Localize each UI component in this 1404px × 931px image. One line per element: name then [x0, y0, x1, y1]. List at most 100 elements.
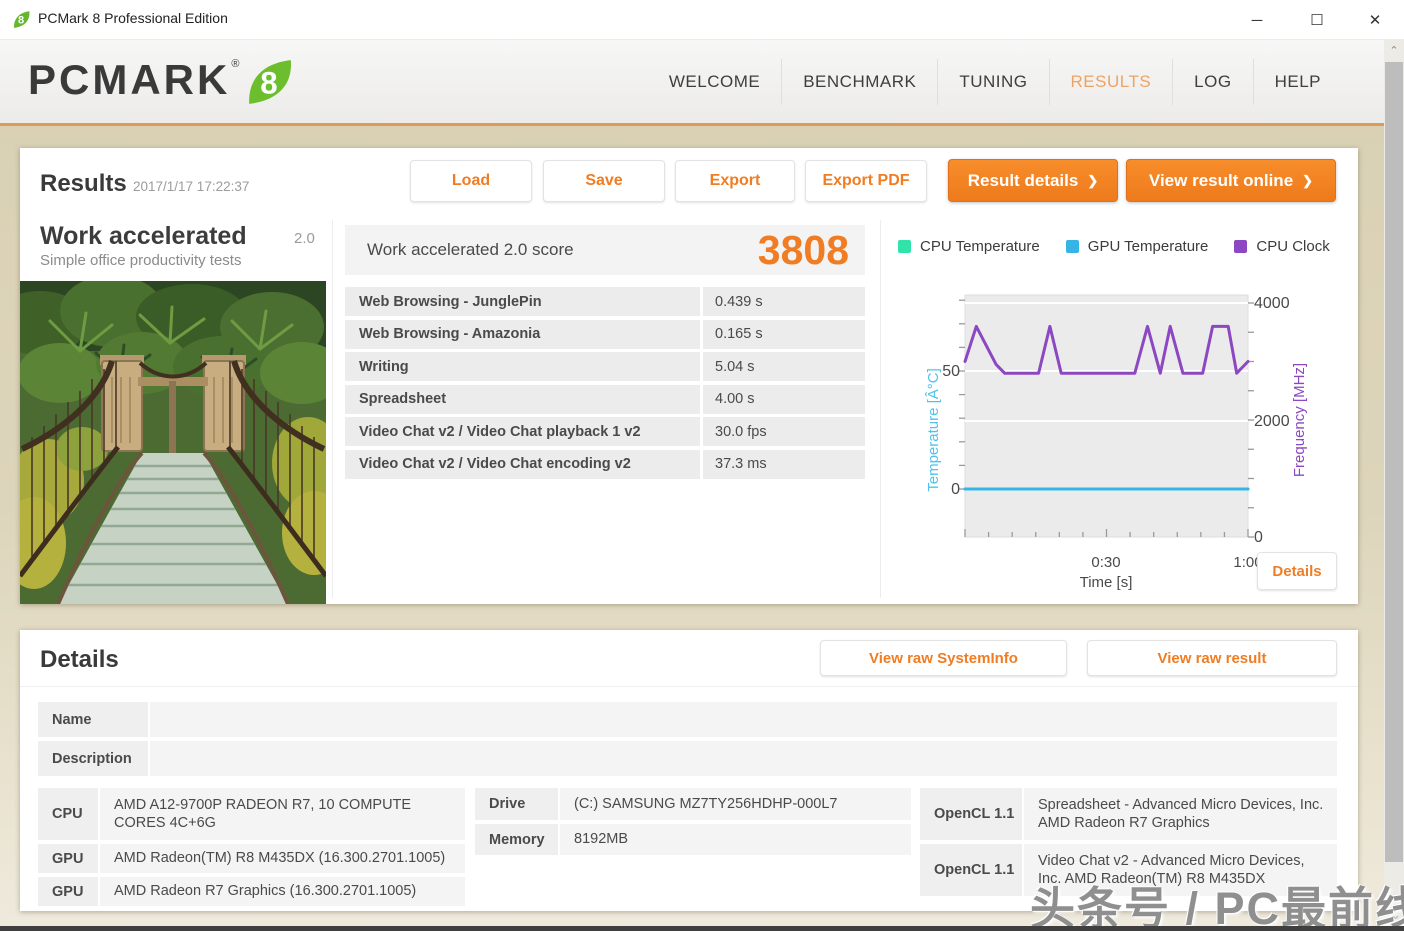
- results-title: Results: [40, 170, 127, 197]
- name-value: [150, 702, 1337, 737]
- memory-value: 8192MB: [560, 824, 911, 855]
- view-raw-result-button[interactable]: View raw result: [1087, 640, 1337, 676]
- legend-gpu-temperature: GPU Temperature: [1065, 238, 1208, 255]
- export-pdf-button[interactable]: Export PDF: [805, 160, 927, 202]
- gpu-value: AMD Radeon(TM) R8 M435DX (16.300.2701.10…: [100, 844, 465, 873]
- jungle-rope-bridge-photo: [20, 281, 326, 604]
- score-table: Web Browsing - JunglePin 0.439 s Web Bro…: [345, 287, 865, 479]
- gpu-value: AMD Radeon R7 Graphics (16.300.2701.1005…: [100, 877, 465, 906]
- table-row: Video Chat v2 / Video Chat playback 1 v2…: [345, 417, 865, 446]
- app-leaf-icon: 8: [13, 11, 30, 28]
- name-row: Name: [38, 702, 1337, 737]
- main-nav: WELCOME BENCHMARK TUNING RESULTS LOG HEL…: [648, 40, 1342, 123]
- details-panel: Details View raw SystemInfo View raw res…: [20, 630, 1358, 911]
- result-timestamp: 2017/1/17 17:22:37: [133, 179, 250, 194]
- score-row-label: Video Chat v2 / Video Chat encoding v2: [345, 449, 700, 479]
- left-axis-tick-50: 50: [942, 363, 960, 380]
- view-result-online-label: View result online: [1148, 170, 1294, 190]
- minimize-button[interactable]: ─: [1234, 0, 1280, 40]
- chevron-right-icon: ❯: [1302, 173, 1314, 188]
- nav-welcome[interactable]: WELCOME: [648, 59, 781, 105]
- x-tick-030: 0:30: [1091, 554, 1120, 571]
- nav-benchmark[interactable]: BENCHMARK: [781, 58, 937, 105]
- scroll-up-icon[interactable]: ⌃: [1384, 40, 1404, 60]
- memory-label: Memory: [475, 824, 558, 855]
- left-axis-title: Temperature [Â°C]: [925, 368, 942, 492]
- save-button[interactable]: Save: [543, 160, 665, 202]
- chart-details-button[interactable]: Details: [1257, 552, 1337, 590]
- score-row-value: 0.165 s: [703, 319, 865, 349]
- score-box: Work accelerated 2.0 score 3808: [345, 225, 865, 275]
- opencl-row: OpenCL 1.1 Spreadsheet - Advanced Micro …: [920, 788, 1337, 840]
- right-axis-tick-2000: 2000: [1254, 413, 1290, 430]
- test-name: Work accelerated: [40, 222, 247, 250]
- drive-value: (C:) SAMSUNG MZ7TY256HDHP-000L7: [560, 788, 911, 820]
- gpu-row: GPU AMD Radeon R7 Graphics (16.300.2701.…: [38, 877, 465, 906]
- legend-cpu-temperature: CPU Temperature: [898, 238, 1040, 255]
- score-row-value: 30.0 fps: [703, 417, 865, 446]
- opencl-label: OpenCL 1.1: [920, 788, 1022, 840]
- score-row-value: 4.00 s: [703, 384, 865, 414]
- nav-tuning[interactable]: TUNING: [937, 58, 1048, 105]
- table-row: Web Browsing - Amazonia 0.165 s: [345, 319, 865, 349]
- view-raw-systeminfo-button[interactable]: View raw SystemInfo: [820, 640, 1067, 676]
- pcmark-8-leaf-icon: 8: [249, 60, 292, 104]
- score-row-value: 37.3 ms: [703, 449, 865, 479]
- gpu-label: GPU: [38, 877, 98, 906]
- description-row: Description: [38, 741, 1337, 776]
- divider: [20, 686, 1358, 687]
- score-row-label: Web Browsing - Amazonia: [345, 319, 700, 349]
- score-row-label: Spreadsheet: [345, 384, 700, 414]
- pcmark-logo: PCMARK ® 8: [28, 56, 295, 108]
- score-row-value: 0.439 s: [703, 287, 865, 316]
- opencl-value: Spreadsheet - Advanced Micro Devices, In…: [1024, 788, 1337, 840]
- cpu-value: AMD A12-9700P RADEON R7, 10 COMPUTE CORE…: [100, 788, 465, 840]
- chart-legend: CPU Temperature GPU Temperature CPU Cloc…: [898, 238, 1330, 255]
- drive-label: Drive: [475, 788, 558, 820]
- maximize-button[interactable]: ☐: [1294, 0, 1340, 40]
- legend-label: CPU Clock: [1256, 238, 1330, 255]
- table-row: Writing 5.04 s: [345, 352, 865, 381]
- scrollbar-thumb[interactable]: [1385, 62, 1403, 862]
- nav-log[interactable]: LOG: [1172, 58, 1252, 105]
- cpu-temperature-swatch: [898, 240, 911, 253]
- app-header: PCMARK ® 8 WELCOME BENCHMARK TUNING RESU…: [0, 40, 1404, 126]
- details-title: Details: [40, 646, 119, 673]
- right-axis-tick-0: 0: [1254, 529, 1263, 546]
- watermark-text: 头条号 / PC最前线: [1030, 883, 1404, 931]
- memory-row: Memory 8192MB: [475, 824, 911, 855]
- load-button[interactable]: Load: [410, 160, 532, 202]
- column-divider: [332, 220, 333, 598]
- close-button[interactable]: ✕: [1352, 0, 1398, 40]
- drive-row: Drive (C:) SAMSUNG MZ7TY256HDHP-000L7: [475, 788, 911, 820]
- score-label: Work accelerated 2.0 score: [367, 240, 574, 259]
- column-divider: [880, 220, 881, 598]
- cpu-clock-swatch: [1234, 240, 1248, 253]
- result-details-button[interactable]: Result details ❯: [948, 159, 1118, 202]
- bottom-border: [0, 926, 1404, 931]
- opencl-label: OpenCL 1.1: [920, 844, 1022, 896]
- score-row-value: 5.04 s: [703, 352, 865, 381]
- gpu-row: GPU AMD Radeon(TM) R8 M435DX (16.300.270…: [38, 844, 465, 873]
- score-row-label: Video Chat v2 / Video Chat playback 1 v2: [345, 417, 700, 446]
- legend-label: CPU Temperature: [920, 238, 1040, 255]
- result-details-label: Result details: [967, 170, 1079, 190]
- table-row: Spreadsheet 4.00 s: [345, 384, 865, 414]
- leaf-number: 8: [261, 65, 278, 100]
- x-axis-title: Time [s]: [1080, 574, 1133, 591]
- score-row-label: Web Browsing - JunglePin: [345, 287, 700, 316]
- cpu-row: CPU AMD A12-9700P RADEON R7, 10 COMPUTE …: [38, 788, 465, 840]
- nav-help[interactable]: HELP: [1252, 58, 1342, 105]
- test-version: 2.0: [294, 230, 315, 247]
- nav-results[interactable]: RESULTS: [1048, 58, 1173, 105]
- description-label: Description: [38, 741, 148, 776]
- pcmark-logo-text: PCMARK: [28, 56, 231, 103]
- results-panel: Results 2017/1/17 17:22:37 Load Save Exp…: [20, 148, 1358, 604]
- vertical-scrollbar[interactable]: ⌃ ⌄ ⌄: [1384, 40, 1404, 931]
- view-result-online-button[interactable]: View result online ❯: [1126, 159, 1336, 202]
- chevron-right-icon: ❯: [1087, 173, 1099, 188]
- export-button[interactable]: Export: [675, 160, 795, 202]
- left-axis-tick-0: 0: [951, 481, 960, 498]
- pcmark-window: 8 PCMark 8 Professional Edition ─ ☐ ✕ PC…: [0, 0, 1404, 931]
- name-label: Name: [38, 702, 148, 737]
